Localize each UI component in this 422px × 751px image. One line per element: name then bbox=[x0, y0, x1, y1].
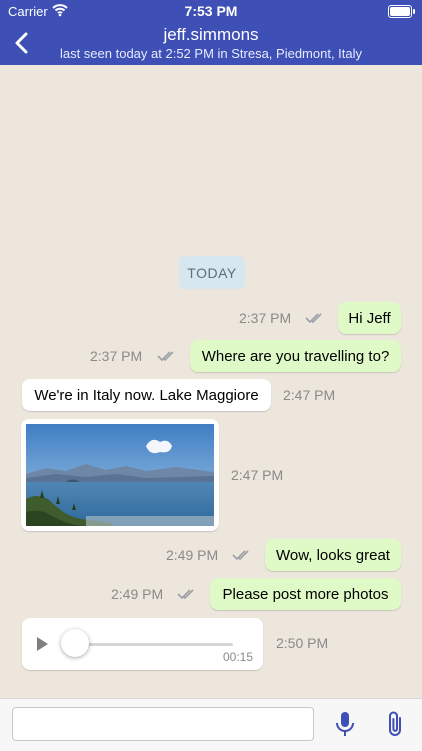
message-time: 2:49 PM bbox=[166, 547, 219, 563]
date-separator: TODAY bbox=[179, 256, 245, 289]
battery-icon bbox=[388, 5, 415, 18]
last-seen-status: last seen today at 2:52 PM in Stresa, Pi… bbox=[59, 46, 363, 61]
audio-progress-track[interactable] bbox=[75, 643, 233, 646]
message-time: 2:37 PM bbox=[239, 310, 292, 326]
incoming-audio-message[interactable]: 00:15 bbox=[22, 618, 263, 670]
status-bar: Carrier 7:53 PM bbox=[0, 0, 422, 22]
audio-duration: 00:15 bbox=[222, 650, 253, 664]
message-time: 2:49 PM bbox=[111, 586, 164, 602]
outgoing-message[interactable]: Hi Jeff bbox=[338, 302, 401, 334]
message-input[interactable] bbox=[12, 707, 314, 741]
microphone-icon[interactable] bbox=[334, 711, 356, 737]
double-check-icon bbox=[232, 550, 249, 561]
message-text: We're in Italy now. Lake Maggiore bbox=[34, 386, 259, 404]
message-time: 2:47 PM bbox=[231, 467, 284, 483]
message-text: Wow, looks great bbox=[276, 546, 390, 564]
outgoing-message[interactable]: Please post more photos bbox=[210, 578, 401, 610]
message-time: 2:50 PM bbox=[276, 635, 329, 651]
clock: 7:53 PM bbox=[184, 3, 238, 19]
lake-photo[interactable] bbox=[26, 424, 214, 526]
message-list[interactable]: TODAY 2:37 PM Hi Jeff 2:37 PM Where are … bbox=[0, 65, 422, 698]
play-icon[interactable] bbox=[37, 637, 48, 651]
contact-name[interactable]: jeff.simmons bbox=[0, 25, 422, 45]
message-text: Please post more photos bbox=[222, 585, 389, 603]
double-check-icon bbox=[305, 313, 322, 324]
message-composer bbox=[0, 698, 422, 751]
message-time: 2:37 PM bbox=[90, 348, 143, 364]
paperclip-icon[interactable] bbox=[384, 710, 406, 738]
message-text: Where are you travelling to? bbox=[201, 347, 390, 365]
double-check-icon bbox=[157, 351, 174, 362]
message-text: Hi Jeff bbox=[348, 309, 391, 327]
outgoing-message[interactable]: Wow, looks great bbox=[265, 539, 401, 571]
chat-header: Carrier 7:53 PM jeff.simmons last seen t… bbox=[0, 0, 422, 65]
outgoing-message[interactable]: Where are you travelling to? bbox=[190, 340, 401, 372]
message-time: 2:47 PM bbox=[283, 387, 336, 403]
double-check-icon bbox=[177, 589, 194, 600]
audio-scrubber-handle[interactable] bbox=[61, 629, 89, 657]
incoming-message[interactable]: We're in Italy now. Lake Maggiore bbox=[22, 379, 271, 411]
incoming-photo-message[interactable] bbox=[21, 419, 219, 531]
